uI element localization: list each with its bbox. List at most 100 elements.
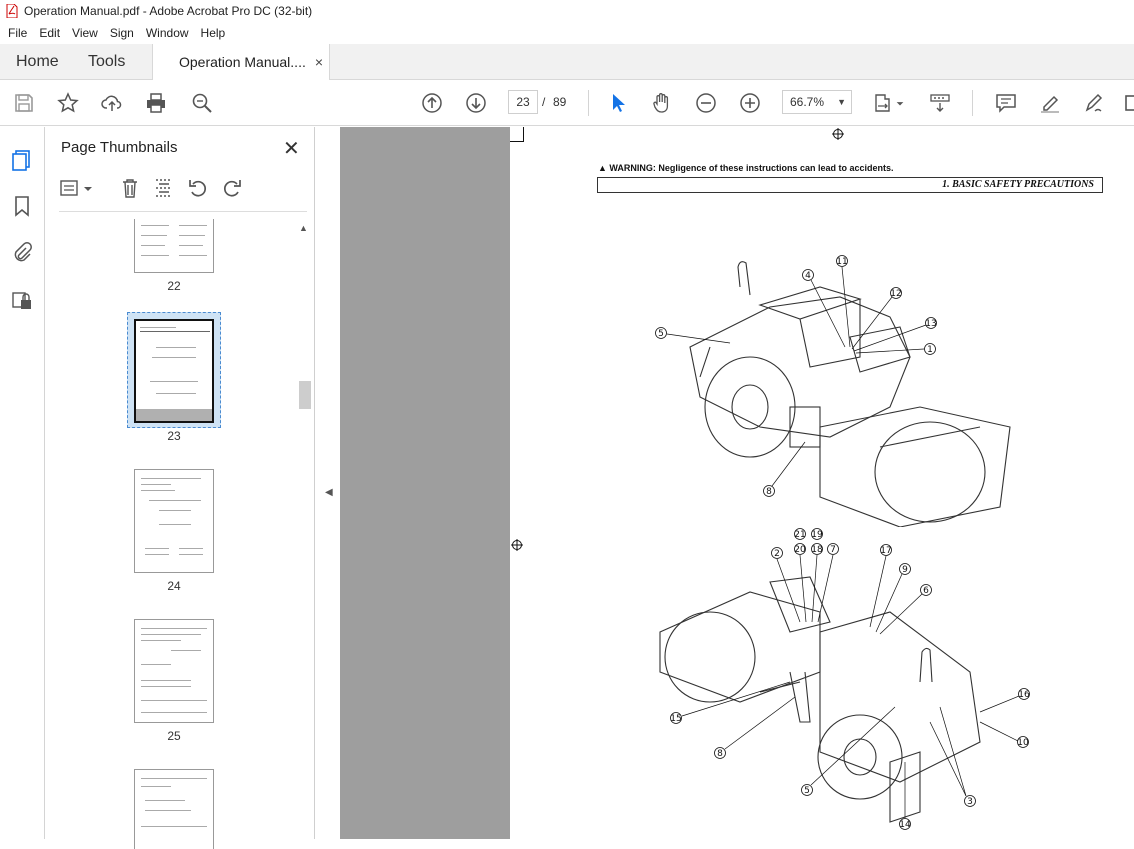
search-icon[interactable] — [190, 91, 214, 115]
zoom-out-icon[interactable] — [694, 91, 718, 115]
callout-label: 10 — [1017, 738, 1029, 748]
thumbnail-page-selected[interactable] — [134, 319, 214, 423]
menu-help[interactable]: Help — [195, 26, 232, 40]
page-number-input[interactable]: 23 — [508, 90, 538, 114]
menu-sign[interactable]: Sign — [104, 26, 140, 40]
rotate-clockwise-icon[interactable] — [221, 177, 245, 201]
callout-label: 2 — [774, 549, 780, 559]
toolbar-divider — [972, 90, 973, 116]
callout-label: 5 — [658, 329, 664, 339]
chevron-down-icon: ▼ — [837, 97, 846, 107]
callout-label: 1 — [927, 345, 933, 355]
scrollbar-thumb[interactable] — [299, 381, 311, 409]
window-title: Operation Manual.pdf - Adobe Acrobat Pro… — [24, 4, 313, 18]
previous-page-icon[interactable] — [420, 91, 444, 115]
callout-label: 5 — [804, 786, 810, 796]
tab-home[interactable]: Home — [0, 44, 72, 79]
bookmark-icon[interactable] — [11, 195, 35, 219]
thumbnail-page[interactable] — [134, 769, 214, 849]
menu-file[interactable]: File — [2, 26, 33, 40]
star-icon[interactable] — [56, 91, 80, 115]
crosshair-icon — [832, 128, 844, 140]
thumbnail-label: 25 — [167, 729, 181, 743]
rotate-counterclockwise-icon[interactable] — [187, 177, 211, 201]
panel-title: Page Thumbnails — [61, 139, 178, 156]
comment-icon[interactable] — [994, 91, 1018, 115]
menu-bar: File Edit View Sign Window Help — [0, 22, 1134, 44]
warning-text: ▲ WARNING: Negligence of these instructi… — [598, 163, 894, 173]
document-canvas — [340, 127, 510, 839]
callout-label: 9 — [902, 565, 908, 575]
thumbnail-label: 24 — [167, 579, 181, 593]
thumbnail-label: 22 — [167, 279, 181, 293]
callout-label: 8 — [766, 487, 772, 497]
chevron-down-icon[interactable] — [83, 177, 93, 201]
scroll-mode-icon[interactable] — [928, 91, 952, 115]
more-tools-icon[interactable] — [1122, 91, 1134, 115]
save-icon[interactable] — [12, 91, 36, 115]
callout-label: 11 — [836, 257, 847, 267]
left-rail — [0, 127, 45, 839]
callout-label: 17 — [880, 546, 891, 556]
cloud-upload-icon[interactable] — [100, 91, 124, 115]
callout-label: 16 — [1018, 690, 1030, 700]
toolbar: 23 / 89 66.7% ▼ — [0, 80, 1134, 126]
attachment-icon[interactable] — [11, 241, 35, 265]
page-separator: / — [542, 95, 546, 109]
callout-label: 6 — [923, 586, 929, 596]
tab-close-icon[interactable]: × — [315, 54, 323, 70]
fit-dropdown-icon[interactable] — [894, 91, 906, 115]
callout-label: 14 — [899, 820, 911, 830]
scroll-up-icon[interactable]: ▲ — [299, 223, 308, 233]
section-header: 1. BASIC SAFETY PRECAUTIONS — [597, 177, 1103, 193]
page-thumbnails-icon[interactable] — [11, 149, 35, 173]
zoom-select[interactable]: 66.7% ▼ — [782, 90, 852, 114]
next-page-icon[interactable] — [464, 91, 488, 115]
select-cursor-icon[interactable] — [606, 91, 630, 115]
thumbnails-scrollbar[interactable]: ▲ — [297, 219, 311, 839]
crosshair-icon — [511, 539, 523, 551]
roller-illustration-front: 4 11 12 13 5 1 8 — [655, 255, 1011, 527]
panel-divider — [59, 211, 307, 212]
menu-window[interactable]: Window — [140, 26, 195, 40]
title-bar: Operation Manual.pdf - Adobe Acrobat Pro… — [0, 0, 1134, 22]
insert-pages-icon[interactable] — [153, 177, 177, 201]
tab-tools[interactable]: Tools — [72, 44, 152, 79]
tab-document[interactable]: Operation Manual.... × — [152, 44, 330, 80]
callout-label: 8 — [717, 749, 723, 759]
close-icon[interactable]: ✕ — [283, 136, 300, 161]
acrobat-icon — [6, 4, 18, 18]
menu-view[interactable]: View — [66, 26, 104, 40]
zoom-in-icon[interactable] — [738, 91, 762, 115]
tab-document-label: Operation Manual.... — [179, 54, 306, 70]
thumbnail-page[interactable] — [134, 469, 214, 573]
callout-label: 4 — [805, 271, 811, 281]
highlight-icon[interactable] — [1038, 91, 1062, 115]
warning-icon: ▲ — [598, 163, 610, 173]
callout-label: 3 — [967, 797, 973, 807]
panel-toolbar — [59, 177, 309, 203]
security-lock-icon[interactable] — [11, 289, 35, 313]
section-title: 1. BASIC SAFETY PRECAUTIONS — [942, 179, 1094, 190]
print-icon[interactable] — [144, 91, 168, 115]
callout-label: 19 — [811, 530, 823, 540]
delete-icon[interactable] — [119, 177, 143, 201]
menu-edit[interactable]: Edit — [33, 26, 66, 40]
page-thumbnails-panel: Page Thumbnails ✕ ▲ 22 23 24 25 — [45, 127, 315, 849]
collapse-panel-icon[interactable]: ◀ — [325, 487, 333, 498]
page-total: 89 — [553, 95, 567, 109]
zoom-value: 66.7% — [790, 95, 825, 109]
sign-pen-icon[interactable] — [1082, 91, 1106, 115]
thumbnail-page[interactable] — [134, 619, 214, 723]
thumbnail-page[interactable] — [134, 219, 214, 273]
document-page: ▲ WARNING: Negligence of these instructi… — [510, 127, 1134, 839]
options-menu-icon[interactable] — [59, 177, 83, 201]
hand-tool-icon[interactable] — [650, 91, 674, 115]
fit-page-icon[interactable] — [872, 91, 896, 115]
callout-label: 7 — [830, 545, 836, 555]
toolbar-divider — [588, 90, 589, 116]
tab-bar: Home Tools Operation Manual.... × — [0, 44, 1134, 80]
callout-label: 13 — [925, 319, 936, 329]
callout-label: 21 — [794, 530, 805, 540]
thumbnail-label: 23 — [167, 429, 181, 443]
